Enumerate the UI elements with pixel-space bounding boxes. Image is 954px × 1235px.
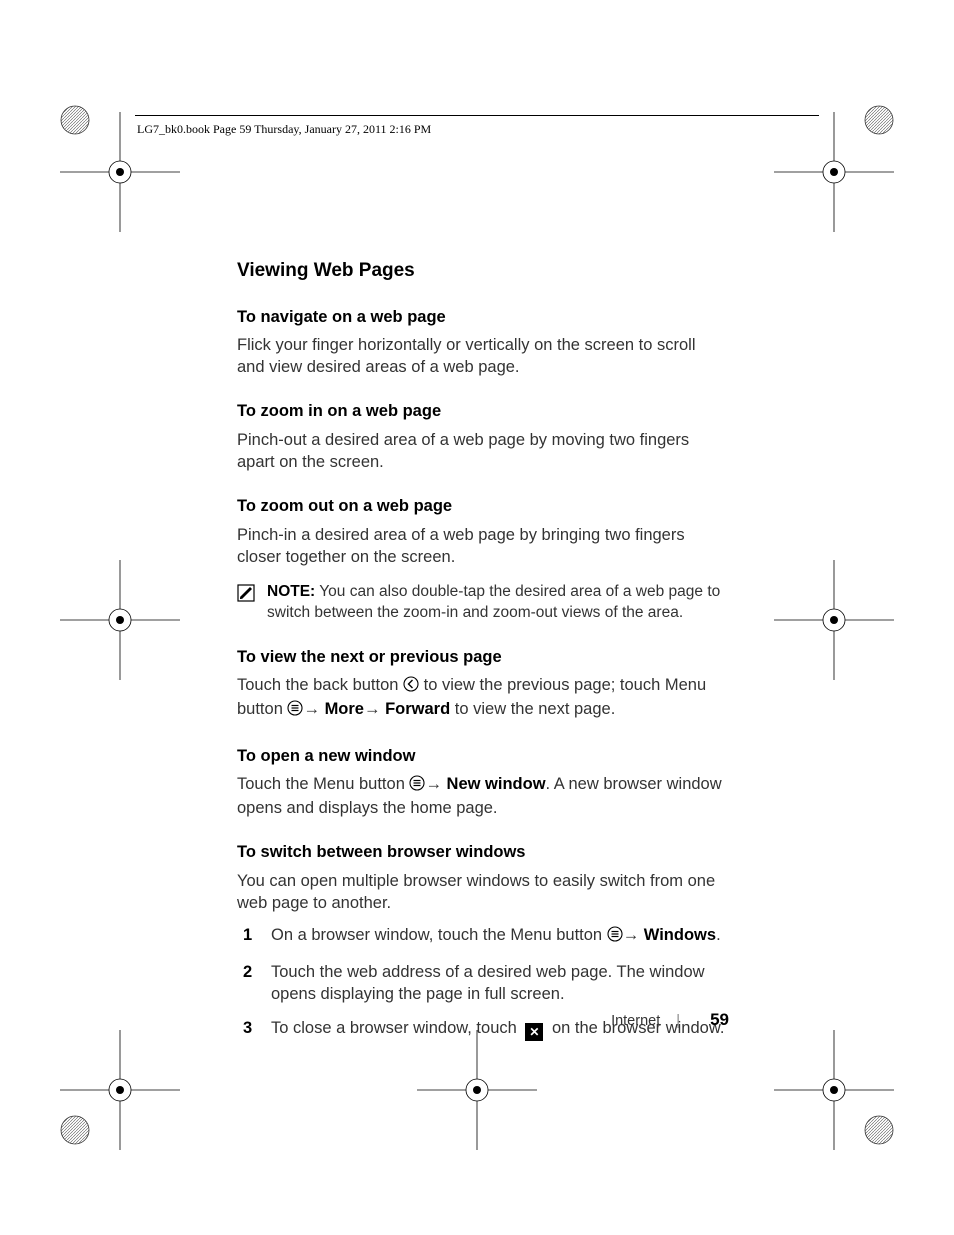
subhead-zoom-out: To zoom out on a web page <box>237 495 727 517</box>
subhead-navigate: To navigate on a web page <box>237 306 727 328</box>
text-fragment: . <box>716 926 721 944</box>
windows-label: Windows <box>644 926 716 944</box>
para-zoom-in: Pinch-out a desired area of a web page b… <box>237 429 727 474</box>
subhead-new-window: To open a new window <box>237 745 727 767</box>
corner-mark-icon <box>55 100 95 140</box>
subhead-zoom-in: To zoom in on a web page <box>237 400 727 422</box>
registration-mark-icon <box>437 1050 517 1130</box>
footer-section: Internet <box>611 1013 660 1029</box>
text-fragment: Touch the back button <box>237 676 403 694</box>
corner-mark-icon <box>55 1110 95 1150</box>
list-item: Touch the web address of a desired web p… <box>237 961 727 1006</box>
more-label: More <box>325 700 364 718</box>
new-window-label: New window <box>447 775 546 793</box>
para-switch-intro: You can open multiple browser windows to… <box>237 870 727 915</box>
para-zoom-out: Pinch-in a desired area of a web page by… <box>237 524 727 569</box>
menu-button-icon <box>409 775 425 797</box>
para-new-window: Touch the Menu button → New window. A ne… <box>237 773 727 820</box>
close-icon: ✕ <box>525 1023 543 1041</box>
registration-mark-icon <box>80 580 160 660</box>
list-item: On a browser window, touch the Menu butt… <box>237 924 727 948</box>
para-next-prev: Touch the back button to view the previo… <box>237 674 727 723</box>
text-fragment: to view the next page. <box>450 700 615 718</box>
header-rule <box>135 115 819 116</box>
registration-mark-icon <box>80 132 160 212</box>
forward-label: Forward <box>385 700 450 718</box>
note-label: NOTE: <box>267 583 315 600</box>
registration-mark-icon <box>794 132 874 212</box>
text-fragment: To close a browser window, touch <box>271 1019 521 1037</box>
registration-mark-icon <box>80 1050 160 1130</box>
back-button-icon <box>403 676 419 698</box>
page-footer: Internet | 59 <box>611 1010 729 1030</box>
corner-mark-icon <box>859 1110 899 1150</box>
crop-header-text: LG7_bk0.book Page 59 Thursday, January 2… <box>137 122 431 137</box>
menu-button-icon <box>287 700 303 722</box>
subhead-next-prev: To view the next or previous page <box>237 646 727 668</box>
note-icon <box>237 584 255 609</box>
page-content: Viewing Web Pages To navigate on a web p… <box>237 258 727 1053</box>
note-block: NOTE: You can also double-tap the desire… <box>237 582 727 624</box>
text-fragment: Touch the Menu button <box>237 775 409 793</box>
menu-button-icon <box>607 926 623 948</box>
registration-mark-icon <box>794 580 874 660</box>
page-number: 59 <box>710 1010 729 1029</box>
registration-mark-icon <box>794 1050 874 1130</box>
note-body: You can also double-tap the desired area… <box>267 583 720 621</box>
subhead-switch: To switch between browser windows <box>237 841 727 863</box>
para-navigate: Flick your finger horizontally or vertic… <box>237 334 727 379</box>
corner-mark-icon <box>859 100 899 140</box>
page-title: Viewing Web Pages <box>237 258 727 284</box>
text-fragment: On a browser window, touch the Menu butt… <box>271 926 607 944</box>
